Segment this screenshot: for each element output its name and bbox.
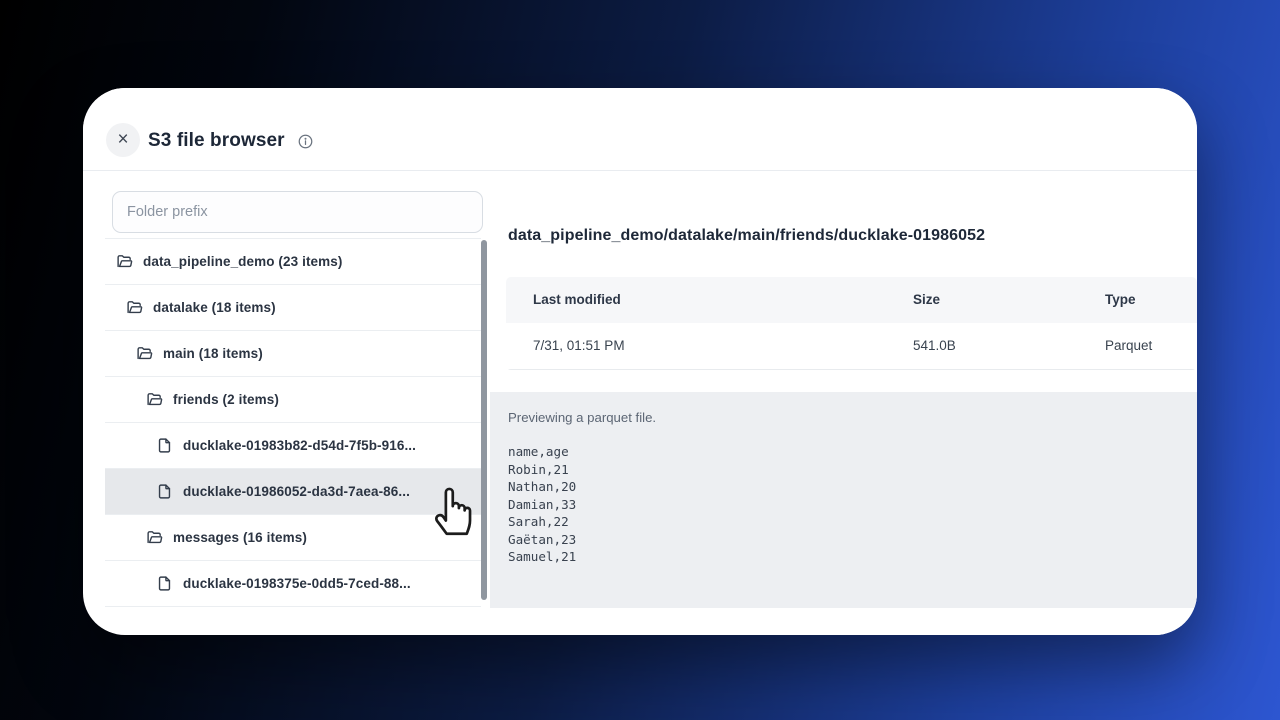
preview-caption: Previewing a parquet file.	[508, 410, 656, 425]
tree-item-label: data_pipeline_demo (23 items)	[143, 254, 342, 269]
file-details-table: Last modifiedSizeType 7/31, 01:51 PM541.…	[506, 277, 1197, 370]
tree-item-folder[interactable]: main (18 items)	[105, 331, 481, 377]
tree-item-label: main (18 items)	[163, 346, 263, 361]
file-icon	[156, 437, 173, 454]
close-button[interactable]: ×	[106, 123, 140, 157]
table-column-header: Type	[1078, 277, 1197, 323]
selected-object-path: data_pipeline_demo/datalake/main/friends…	[508, 227, 985, 245]
detail-panel: data_pipeline_demo/datalake/main/friends…	[490, 171, 1197, 635]
table-header-row: Last modifiedSizeType	[506, 277, 1197, 323]
folder-open-icon	[116, 253, 133, 270]
tree-scrollbar[interactable]	[481, 240, 487, 600]
tree-item-label: friends (2 items)	[173, 392, 279, 407]
file-tree: data_pipeline_demo (23 items) datalake (1…	[105, 238, 481, 607]
folder-open-icon	[146, 529, 163, 546]
table-cell: 7/31, 01:51 PM	[506, 323, 886, 369]
tree-item-folder[interactable]: datalake (18 items)	[105, 285, 481, 331]
folder-open-icon	[136, 345, 153, 362]
folder-open-icon	[126, 299, 143, 316]
info-icon[interactable]	[298, 134, 313, 149]
tree-item-label: ducklake-01986052-da3d-7aea-86...	[183, 484, 410, 499]
table-column-header: Last modified	[506, 277, 886, 323]
desktop-background: × S3 file browser data_pipeline_demo (23…	[0, 0, 1280, 720]
file-icon	[156, 483, 173, 500]
tree-item-label: messages (16 items)	[173, 530, 307, 545]
folder-prefix-input[interactable]	[112, 191, 483, 233]
tree-item-folder[interactable]: messages (16 items)	[105, 515, 481, 561]
tree-item-label: datalake (18 items)	[153, 300, 276, 315]
file-preview-content: name,age Robin,21 Nathan,20 Damian,33 Sa…	[508, 443, 576, 566]
folder-open-icon	[146, 391, 163, 408]
tree-item-folder[interactable]: data_pipeline_demo (23 items)	[105, 239, 481, 285]
modal-title: S3 file browser	[148, 130, 285, 152]
file-icon	[156, 575, 173, 592]
tree-item-label: ducklake-01983b82-d54d-7f5b-916...	[183, 438, 416, 453]
modal-header: × S3 file browser	[83, 88, 1197, 171]
table-column-header: Size	[886, 277, 1078, 323]
tree-item-label: ducklake-0198375e-0dd5-7ced-88...	[183, 576, 411, 591]
tree-item-file[interactable]: ducklake-01986052-da3d-7aea-86...	[105, 469, 481, 515]
tree-item-folder[interactable]: friends (2 items)	[105, 377, 481, 423]
s3-file-browser-modal: × S3 file browser data_pipeline_demo (23…	[83, 88, 1197, 635]
file-preview-panel: Previewing a parquet file. name,age Robi…	[490, 392, 1197, 608]
table-cell: Parquet	[1078, 323, 1197, 369]
tree-item-file[interactable]: ducklake-0198375e-0dd5-7ced-88...	[105, 561, 481, 607]
tree-item-file[interactable]: ducklake-01983b82-d54d-7f5b-916...	[105, 423, 481, 469]
table-cell: 541.0B	[886, 323, 1078, 369]
close-icon: ×	[117, 129, 128, 150]
table-data-row[interactable]: 7/31, 01:51 PM541.0BParquet	[506, 323, 1197, 370]
